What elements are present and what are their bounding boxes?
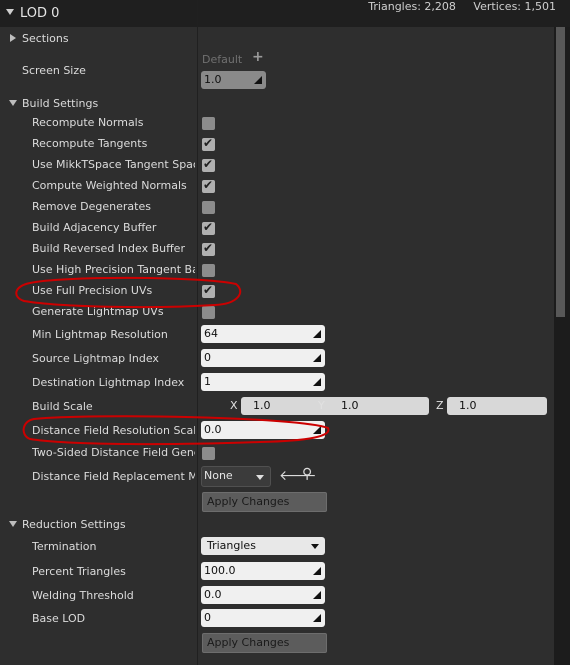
browse-magnifier-icon[interactable]: ⚲ — [302, 466, 312, 482]
source-lightmap-index-field[interactable]: 0 — [201, 349, 325, 367]
default-label: Default — [202, 53, 243, 66]
build-scale-label: Build Scale — [32, 400, 93, 413]
adjacency-buffer-checkbox[interactable]: ✔ — [202, 220, 215, 235]
df-replacement-label: Distance Field Replacement Mesh — [32, 470, 195, 483]
welding-threshold-label: Welding Threshold — [32, 589, 134, 602]
high-precision-checkbox[interactable] — [202, 264, 215, 277]
df-res-scale-field[interactable]: 0.0 — [201, 421, 325, 439]
resize-grip-icon — [313, 378, 321, 386]
resize-grip-icon — [313, 567, 321, 575]
screen-size-field[interactable]: 1.0 — [201, 71, 266, 89]
recompute-normals-label: Recompute Normals — [32, 116, 144, 129]
resize-grip-icon — [313, 354, 321, 362]
triangle-count: Triangles: 2,208 — [368, 0, 456, 13]
recompute-normals-checkbox[interactable] — [202, 117, 215, 130]
high-precision-label: Use High Precision Tangent Basis — [32, 263, 195, 276]
sections-category[interactable]: Sections — [22, 32, 69, 45]
lod-header[interactable]: LOD 0 Triangles: 2,208 Vertices: 1,501 — [0, 0, 570, 27]
gen-lightmap-uvs-label: Generate Lightmap UVs — [32, 305, 164, 318]
mikktspace-label: Use MikkTSpace Tangent Space — [32, 158, 195, 171]
collapse-arrow-icon[interactable] — [9, 521, 17, 527]
min-lightmap-res-field[interactable]: 64 — [201, 325, 325, 343]
recompute-tangents-label: Recompute Tangents — [32, 137, 148, 150]
reduction-settings-category[interactable]: Reduction Settings — [22, 518, 126, 531]
df-res-scale-label: Distance Field Resolution Scale — [32, 424, 195, 437]
dropdown-caret-icon — [311, 544, 319, 549]
full-precision-uvs-checkbox[interactable]: ✔ — [202, 283, 215, 298]
build-scale-z-value: 1.0 — [459, 399, 477, 412]
min-lightmap-res-label: Min Lightmap Resolution — [32, 328, 168, 341]
recompute-tangents-checkbox[interactable]: ✔ — [202, 136, 215, 151]
collapse-arrow-icon[interactable] — [6, 9, 14, 15]
percent-triangles-field[interactable]: 100.0 — [201, 562, 325, 580]
scrollbar-thumb[interactable] — [556, 27, 565, 317]
screen-size-label: Screen Size — [22, 64, 86, 77]
base-lod-field[interactable]: 0 — [201, 609, 325, 627]
checkmark-icon: ✔ — [203, 220, 214, 234]
build-settings-category[interactable]: Build Settings — [22, 97, 98, 110]
resize-grip-icon — [313, 330, 321, 338]
dropdown-caret-icon — [256, 475, 264, 480]
resize-grip-icon — [313, 426, 321, 434]
base-lod-label: Base LOD — [32, 612, 86, 625]
dest-lightmap-index-field[interactable]: 1 — [201, 373, 325, 391]
resize-grip-icon — [254, 76, 262, 84]
dest-lightmap-index-label: Destination Lightmap Index — [32, 376, 185, 389]
vertex-count: Vertices: 1,501 — [473, 0, 556, 13]
termination-label: Termination — [32, 540, 97, 553]
build-scale-x-value: 1.0 — [253, 399, 271, 412]
gen-lightmap-uvs-checkbox[interactable] — [202, 306, 215, 319]
percent-triangles-label: Percent Triangles — [32, 565, 126, 578]
add-icon[interactable]: + — [252, 49, 264, 65]
checkmark-icon: ✔ — [203, 241, 214, 255]
weighted-normals-checkbox[interactable]: ✔ — [202, 178, 215, 193]
checkmark-icon: ✔ — [203, 283, 214, 297]
lod-title: LOD 0 — [20, 6, 60, 21]
weighted-normals-label: Compute Weighted Normals — [32, 179, 187, 192]
collapse-arrow-icon[interactable] — [9, 100, 17, 106]
df-replacement-dropdown[interactable]: None — [201, 466, 271, 487]
remove-degenerates-checkbox[interactable] — [202, 201, 215, 214]
build-scale-z[interactable]: Z 1.0 — [436, 397, 548, 415]
resize-grip-icon — [313, 591, 321, 599]
reversed-index-checkbox[interactable]: ✔ — [202, 241, 215, 256]
resize-grip-icon — [313, 614, 321, 622]
column-divider[interactable] — [197, 0, 198, 665]
welding-threshold-field[interactable]: 0.0 — [201, 586, 325, 604]
reversed-index-label: Build Reversed Index Buffer — [32, 242, 185, 255]
expand-arrow-icon[interactable] — [10, 34, 16, 42]
checkmark-icon: ✔ — [203, 157, 214, 171]
checkmark-icon: ✔ — [203, 178, 214, 192]
build-scale-y-value: 1.0 — [341, 399, 359, 412]
mikktspace-checkbox[interactable]: ✔ — [202, 157, 215, 172]
termination-dropdown[interactable]: Triangles — [201, 537, 325, 555]
mesh-stats: Triangles: 2,208 Vertices: 1,501 — [368, 0, 556, 13]
build-scale-y[interactable]: Y 1.0 — [318, 397, 430, 415]
apply-changes-button[interactable]: Apply Changes — [202, 492, 327, 512]
two-sided-df-checkbox[interactable] — [202, 447, 215, 460]
source-lightmap-index-label: Source Lightmap Index — [32, 352, 159, 365]
two-sided-df-label: Two-Sided Distance Field Generation — [32, 446, 195, 459]
adjacency-buffer-label: Build Adjacency Buffer — [32, 221, 157, 234]
checkmark-icon: ✔ — [203, 136, 214, 150]
remove-degenerates-label: Remove Degenerates — [32, 200, 151, 213]
full-precision-uvs-label: Use Full Precision UVs — [32, 284, 153, 297]
apply-changes-button-2[interactable]: Apply Changes — [202, 633, 327, 653]
